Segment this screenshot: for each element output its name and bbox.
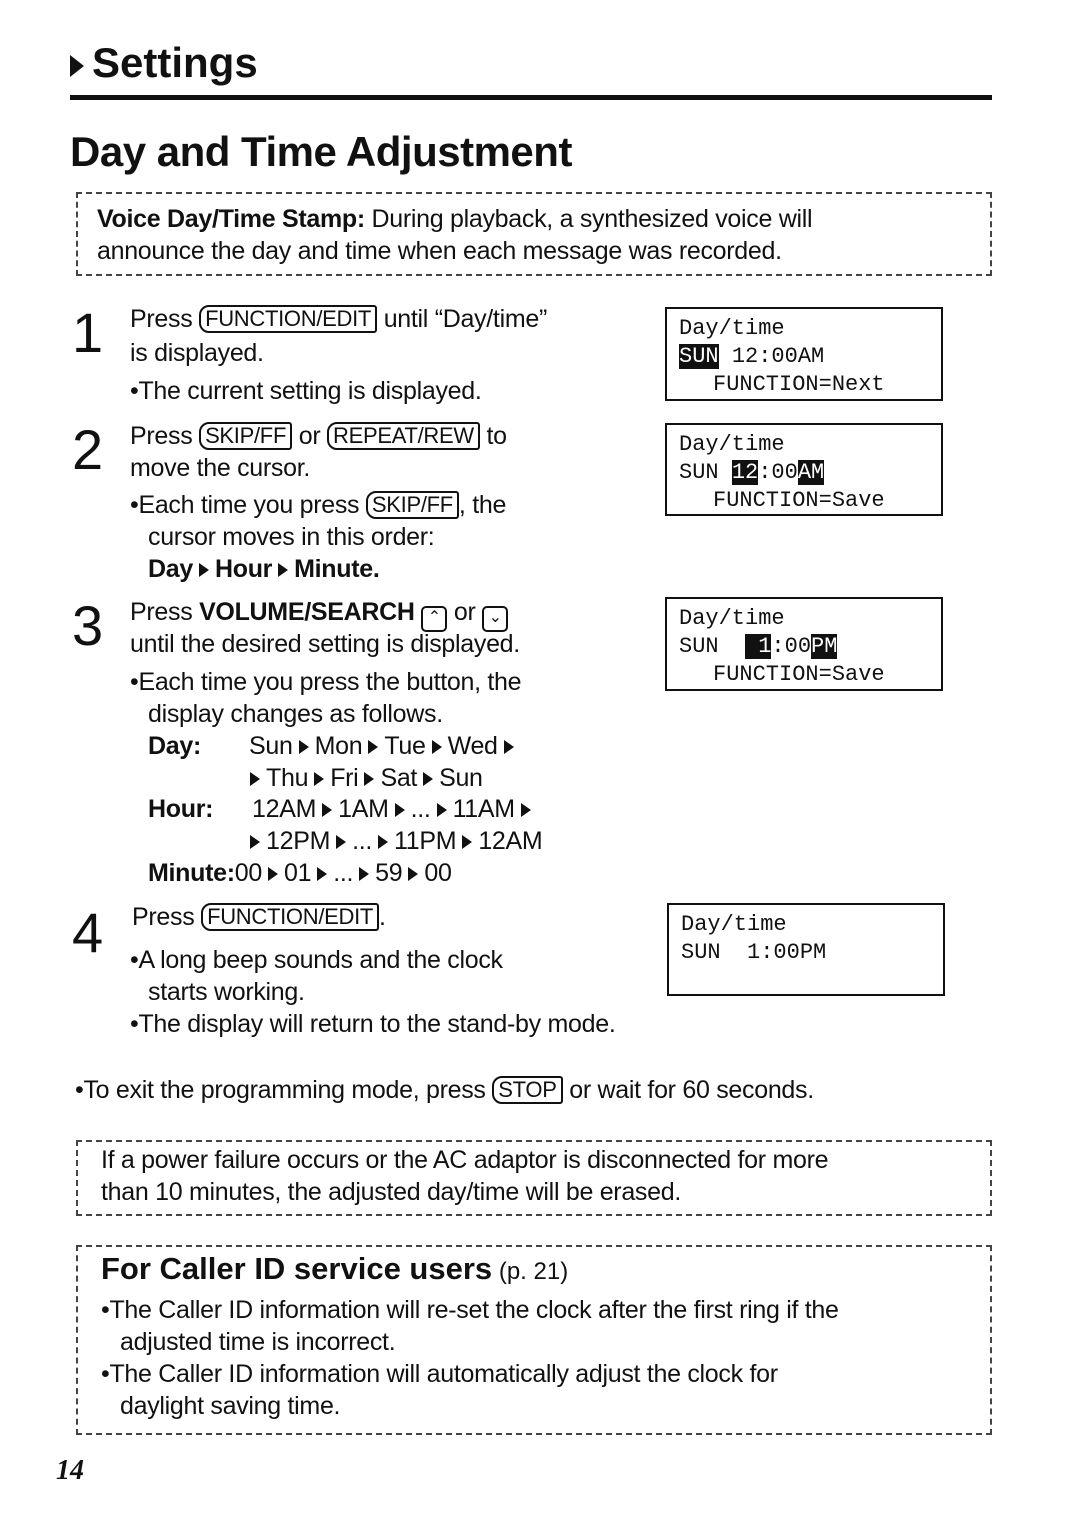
step2-bullet-line2: cursor moves in this order: <box>148 523 435 551</box>
minute-sequence: Minute:00 01... 59 00 <box>148 859 452 887</box>
function-edit-key: FUNCTION/EDIT <box>199 305 378 333</box>
arrow-icon <box>298 740 309 755</box>
hour-sequence-row2: 12PM... 11PM 12AM <box>244 825 543 857</box>
lcd-display: Day/time SUN 12:00AM FUNCTION=Save <box>665 423 943 516</box>
power-note-line2: than 10 minutes, the adjusted day/time w… <box>101 1178 681 1206</box>
arrow-icon <box>322 803 333 818</box>
lcd-display: Day/time SUN 1:00PM <box>667 903 945 996</box>
caller-id-bullet2: •The Caller ID information will automati… <box>101 1360 778 1388</box>
arrow-icon <box>503 740 514 755</box>
step1-line1: Press FUNCTION/EDIT until “Day/time” <box>130 305 547 333</box>
arrow-icon <box>198 563 209 578</box>
arrow-icon <box>70 54 84 77</box>
step4-bullet2: •The display will return to the stand-by… <box>130 1010 616 1038</box>
arrow-icon <box>364 772 375 787</box>
step3-line1: Press VOLUME/SEARCH ⌃ or ⌄ <box>130 596 509 632</box>
step3-bullet: •Each time you press the button, the <box>130 668 522 696</box>
step4-line1: Press FUNCTION/EDIT. <box>132 903 386 931</box>
day-label: Day: <box>148 732 201 760</box>
arrow-icon <box>408 867 419 882</box>
page-heading: Day and Time Adjustment <box>70 128 572 175</box>
lcd-display: Day/time SUN 12:00AM FUNCTION=Next <box>665 307 943 401</box>
arrow-icon <box>368 740 379 755</box>
voice-stamp-line1: Voice Day/Time Stamp: During playback, a… <box>97 205 813 233</box>
exit-note: •To exit the programming mode, press STO… <box>75 1076 814 1104</box>
step2-line1: Press SKIP/FF or REPEAT/REW to <box>130 422 507 450</box>
step-number: 2 <box>72 418 104 481</box>
step2-line2: move the cursor. <box>130 454 311 482</box>
step1-bullet: •The current setting is displayed. <box>130 377 482 405</box>
repeat-rew-key: REPEAT/REW <box>327 422 480 450</box>
day-sequence-row1: Sun Mon Tue Wed <box>249 730 520 762</box>
arrow-icon <box>378 835 389 850</box>
lcd-display: Day/time SUN 1:00PM FUNCTION=Save <box>665 597 943 691</box>
skip-ff-key: SKIP/FF <box>199 422 293 450</box>
voice-stamp-line2: announce the day and time when each mess… <box>97 237 782 265</box>
arrow-icon <box>250 835 260 850</box>
arrow-icon <box>520 803 531 818</box>
step2-bullet: •Each time you press SKIP/FF, the <box>130 491 507 519</box>
stop-key: STOP <box>492 1076 563 1104</box>
title-rule <box>70 95 992 100</box>
arrow-icon <box>317 867 328 882</box>
arrow-icon <box>423 772 434 787</box>
caller-id-bullet1: •The Caller ID information will re-set t… <box>101 1296 839 1324</box>
step-number: 1 <box>72 301 104 364</box>
arrow-icon <box>431 740 442 755</box>
section-title: Settings <box>68 38 258 88</box>
arrow-icon <box>250 772 260 787</box>
power-note-line1: If a power failure occurs or the AC adap… <box>101 1146 829 1174</box>
step1-line2: is displayed. <box>130 339 264 367</box>
arrow-icon <box>394 803 405 818</box>
step3-bullet-line2: display changes as follows. <box>148 700 443 728</box>
step4-bullet1: •A long beep sounds and the clock <box>130 946 503 974</box>
arrow-icon <box>278 563 289 578</box>
arrow-icon <box>436 803 447 818</box>
arrow-icon <box>268 867 278 882</box>
page-number: 14 <box>56 1455 84 1486</box>
step-number: 4 <box>72 901 104 964</box>
arrow-icon <box>359 867 370 882</box>
caller-id-bullet2-line2: daylight saving time. <box>120 1392 341 1420</box>
step4-bullet1-line2: starts working. <box>148 978 305 1006</box>
cursor-order: Day Hour Minute. <box>148 555 380 583</box>
skip-ff-key: SKIP/FF <box>365 491 459 519</box>
arrow-icon <box>314 772 325 787</box>
step3-line2: until the desired setting is displayed. <box>130 630 520 658</box>
caller-id-title: For Caller ID service users (p. 21) <box>101 1251 569 1286</box>
day-sequence-row2: Thu Fri Sat Sun <box>244 762 483 794</box>
caller-id-bullet1-line2: adjusted time is incorrect. <box>120 1328 396 1356</box>
arrow-icon <box>336 835 347 850</box>
hour-label: Hour: <box>148 795 214 823</box>
hour-sequence-row1: 12AM 1AM... 11AM <box>252 793 537 825</box>
arrow-icon <box>462 835 473 850</box>
function-edit-key: FUNCTION/EDIT <box>201 903 380 931</box>
step-number: 3 <box>72 594 104 657</box>
